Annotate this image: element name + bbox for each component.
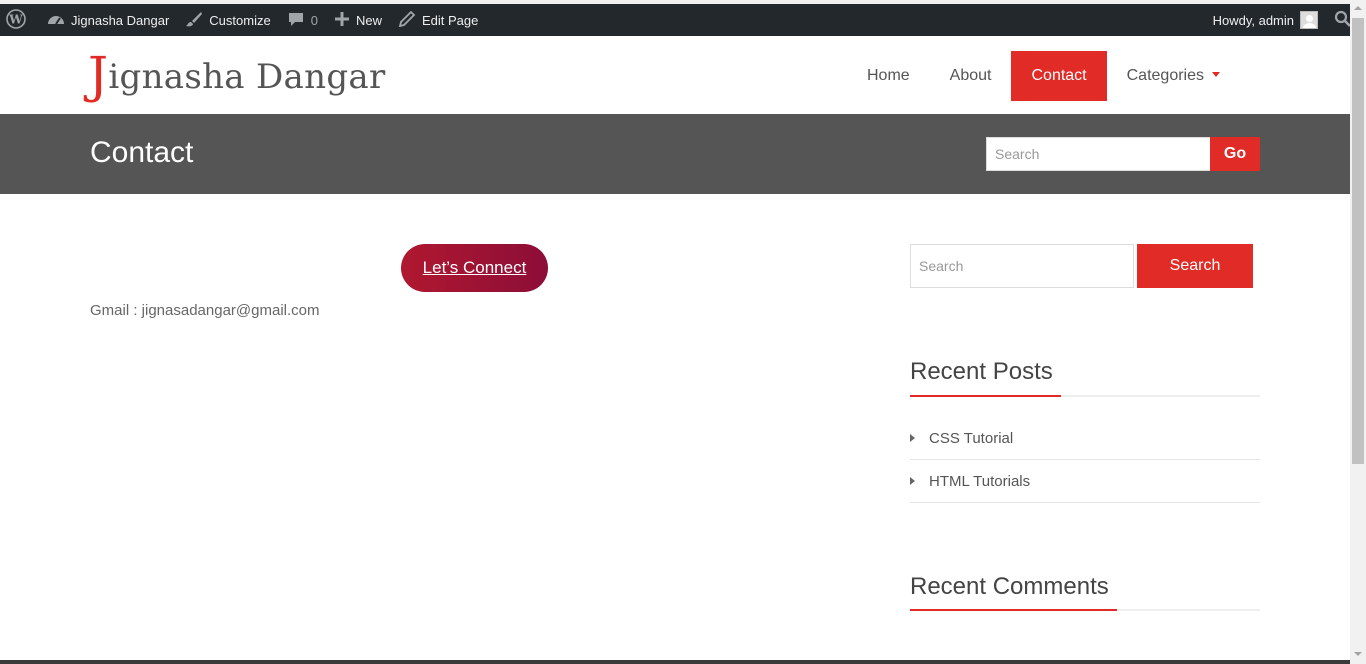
brush-icon bbox=[185, 11, 209, 30]
header-search-input[interactable] bbox=[986, 137, 1211, 171]
howdy-label: Howdy, admin bbox=[1212, 12, 1294, 28]
nav-item-about[interactable]: About bbox=[930, 51, 1012, 101]
page-title: Contact bbox=[90, 136, 194, 169]
sidebar-search-button[interactable]: Search bbox=[1137, 244, 1253, 288]
header-search-go-button[interactable]: Go bbox=[1210, 137, 1260, 171]
recent-comments-divider bbox=[910, 609, 1260, 611]
pencil-icon bbox=[398, 10, 422, 30]
wp-admin-bar: W Jignasha Dangar Customize 0 New Edit P… bbox=[0, 4, 1366, 36]
nav-item-categories-label: Categories bbox=[1126, 67, 1204, 84]
dashboard-icon bbox=[47, 11, 71, 30]
recent-posts-list: CSS Tutorial HTML Tutorials bbox=[910, 417, 1260, 503]
page-title-bar: Contact Go bbox=[0, 114, 1350, 194]
comments-count: 0 bbox=[310, 12, 318, 28]
logo-first-letter: J bbox=[88, 46, 109, 104]
my-account-link[interactable]: Howdy, admin bbox=[1205, 4, 1326, 36]
logo-text: ignasha Dangar bbox=[108, 57, 386, 97]
triangle-right-icon bbox=[910, 434, 915, 442]
site-name-label: Jignasha Dangar bbox=[71, 12, 170, 28]
edit-page-link[interactable]: Edit Page bbox=[390, 4, 486, 36]
page-bottom-strip bbox=[0, 660, 1350, 664]
site-name-link[interactable]: Jignasha Dangar bbox=[39, 4, 177, 36]
lets-connect-button[interactable]: Let’s Connect bbox=[401, 244, 548, 292]
list-item[interactable]: CSS Tutorial bbox=[910, 417, 1260, 460]
caret-down-icon bbox=[1212, 72, 1220, 78]
avatar bbox=[1300, 11, 1318, 29]
scroll-down-arrow-icon[interactable] bbox=[1354, 652, 1362, 656]
sidebar-search-input[interactable] bbox=[910, 244, 1134, 288]
scrollbar-thumb[interactable] bbox=[1352, 18, 1364, 464]
nav-item-categories[interactable]: Categories bbox=[1107, 51, 1240, 101]
svg-text:W: W bbox=[8, 12, 23, 26]
wordpress-logo-button[interactable]: W bbox=[0, 4, 39, 36]
comments-link[interactable]: 0 bbox=[279, 4, 326, 36]
recent-posts-divider bbox=[910, 395, 1260, 397]
scroll-up-arrow-icon[interactable] bbox=[1354, 6, 1362, 10]
edit-page-label: Edit Page bbox=[421, 12, 479, 28]
recent-posts-title: Recent Posts bbox=[910, 358, 1053, 385]
nav-item-contact[interactable]: Contact bbox=[1011, 51, 1107, 101]
post-link[interactable]: CSS Tutorial bbox=[929, 430, 1013, 447]
site-logo[interactable]: Jignasha Dangar bbox=[88, 50, 386, 100]
triangle-right-icon bbox=[910, 477, 915, 485]
new-label: New bbox=[355, 12, 382, 28]
main-nav: Home About Contact Categories bbox=[847, 51, 1240, 101]
customize-link[interactable]: Customize bbox=[177, 4, 278, 36]
comment-bubble-icon bbox=[287, 11, 311, 30]
plus-icon bbox=[334, 11, 356, 30]
list-item[interactable]: HTML Tutorials bbox=[910, 460, 1260, 503]
gmail-contact-text: Gmail : jignasadangar@gmail.com bbox=[90, 302, 320, 319]
scrollbar[interactable] bbox=[1350, 0, 1366, 664]
site-header: Jignasha Dangar Home About Contact Categ… bbox=[0, 36, 1350, 114]
wordpress-icon: W bbox=[6, 8, 32, 32]
new-content-link[interactable]: New bbox=[326, 4, 390, 36]
post-link[interactable]: HTML Tutorials bbox=[929, 473, 1030, 490]
customize-label: Customize bbox=[209, 12, 271, 28]
nav-item-home[interactable]: Home bbox=[847, 51, 930, 101]
recent-comments-title: Recent Comments bbox=[910, 573, 1109, 600]
